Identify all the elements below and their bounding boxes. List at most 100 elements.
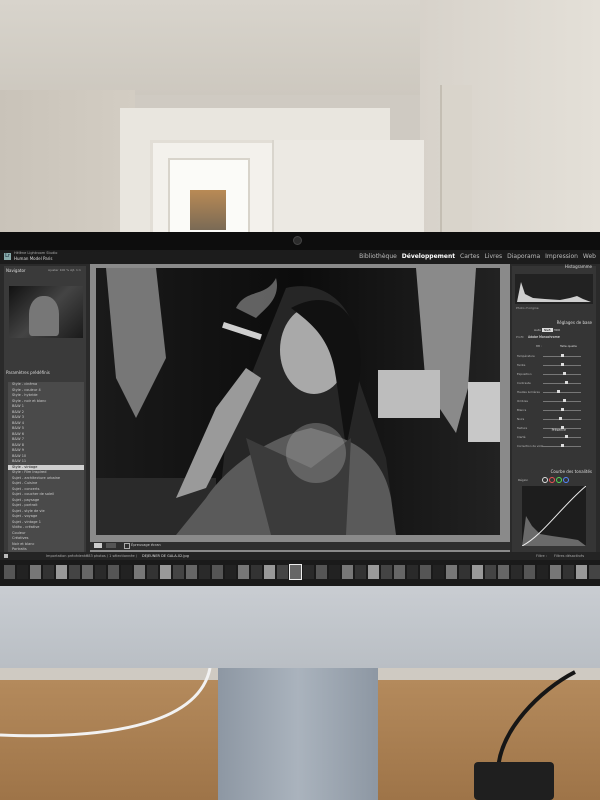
filmstrip-thumbnail[interactable] (537, 565, 548, 579)
module-slideshow[interactable]: Diaporama (507, 253, 540, 260)
treatment-hdr[interactable]: HDR (554, 328, 561, 332)
zoom-fit[interactable]: Ajuster (48, 268, 59, 272)
slider-knob[interactable] (564, 381, 568, 384)
filmstrip-thumbnail[interactable] (459, 565, 470, 579)
curve-green-dot-icon[interactable] (556, 477, 562, 483)
filmstrip-thumbnail[interactable] (355, 565, 366, 579)
slider-track[interactable] (543, 383, 581, 384)
filmstrip-thumbnail[interactable] (589, 565, 600, 579)
module-web[interactable]: Web (583, 253, 596, 260)
filmstrip-thumbnail[interactable] (147, 565, 158, 579)
filmstrip-thumbnail[interactable] (485, 565, 496, 579)
filmstrip-thumbnail[interactable] (134, 565, 145, 579)
slider-knob[interactable] (561, 444, 564, 447)
filmstrip-thumbnail[interactable] (289, 564, 302, 580)
filmstrip-thumbnail[interactable] (4, 565, 15, 579)
filmstrip-thumbnail[interactable] (511, 565, 522, 579)
tone-curve[interactable] (521, 485, 587, 547)
view-mode-icon[interactable] (94, 543, 102, 548)
filmstrip-thumbnail[interactable] (407, 565, 418, 579)
navigator-preview[interactable] (9, 286, 83, 338)
filmstrip-thumbnail[interactable] (303, 565, 314, 579)
filmstrip-thumbnail[interactable] (17, 565, 28, 579)
histogram-title[interactable]: Histogramme (565, 264, 592, 269)
grid-view-icon[interactable] (4, 554, 8, 558)
filmstrip-thumbnail[interactable] (95, 565, 106, 579)
wb-value[interactable]: Telle quelle (560, 344, 577, 348)
slider-knob[interactable] (562, 399, 566, 402)
filmstrip-thumbnail[interactable] (30, 565, 41, 579)
basic-title[interactable]: Réglages de base (557, 320, 592, 325)
slider-knob[interactable] (561, 354, 564, 357)
filter-label: Filtre : (536, 554, 547, 558)
presets-title[interactable]: Paramètres prédéfinis (6, 370, 50, 375)
filmstrip-thumbnail[interactable] (329, 565, 340, 579)
module-picker: Bibliothèque Développement Cartes Livres… (356, 253, 596, 260)
slider-row: Noirs (517, 417, 591, 421)
filmstrip-thumbnail[interactable] (368, 565, 379, 579)
filmstrip-thumbnail[interactable] (56, 565, 67, 579)
filmstrip-thumbnail[interactable] (225, 565, 236, 579)
curve-red-dot-icon[interactable] (549, 477, 555, 483)
filmstrip-thumbnail[interactable] (173, 565, 184, 579)
filmstrip-thumbnail[interactable] (82, 565, 93, 579)
filmstrip-thumbnail[interactable] (43, 565, 54, 579)
filmstrip-thumbnail[interactable] (420, 565, 431, 579)
profile-value[interactable]: Adobe Monochrome (528, 335, 560, 339)
filmstrip-thumbnail[interactable] (277, 565, 288, 579)
module-map[interactable]: Cartes (460, 253, 480, 260)
slider-track[interactable] (543, 437, 581, 438)
filmstrip-thumbnail[interactable] (394, 565, 405, 579)
slider-label: Noirs (517, 417, 525, 421)
slider-label: Texture (517, 426, 528, 430)
filmstrip-thumbnail[interactable] (212, 565, 223, 579)
filmstrip-thumbnail[interactable] (316, 565, 327, 579)
filmstrip-thumbnail[interactable] (69, 565, 80, 579)
main-photo[interactable] (96, 268, 500, 535)
slider-knob[interactable] (561, 363, 564, 366)
filmstrip-thumbnail[interactable] (238, 565, 249, 579)
treatment-auto[interactable]: Auto (534, 328, 541, 332)
module-develop[interactable]: Développement (402, 253, 455, 260)
treatment-bw[interactable]: N&B (541, 328, 553, 332)
before-after-icon[interactable] (106, 543, 116, 548)
filmstrip-thumbnail[interactable] (199, 565, 210, 579)
filmstrip-thumbnail[interactable] (472, 565, 483, 579)
histogram (515, 274, 593, 304)
curve-blue-dot-icon[interactable] (563, 477, 569, 483)
filmstrip-thumbnail[interactable] (498, 565, 509, 579)
filmstrip-thumbnail[interactable] (251, 565, 262, 579)
slider-row: Exposition (517, 372, 591, 376)
navigator-title[interactable]: Navigator (6, 268, 26, 273)
curve-rgb-dot-icon[interactable] (542, 477, 548, 483)
proof-checkbox[interactable] (124, 543, 130, 549)
filmstrip-thumbnail[interactable] (186, 565, 197, 579)
filmstrip-thumbnail[interactable] (381, 565, 392, 579)
filmstrip-thumbnail[interactable] (433, 565, 444, 579)
curve-title[interactable]: Courbe des tonalités (551, 469, 592, 474)
filmstrip-thumbnail[interactable] (160, 565, 171, 579)
filter-value[interactable]: Filtres désactivés (554, 554, 584, 558)
filmstrip-thumbnail[interactable] (563, 565, 574, 579)
filmstrip-thumbnail[interactable] (121, 565, 132, 579)
filmstrip-thumbnail[interactable] (108, 565, 119, 579)
zoom-11[interactable]: Ajt. 1:1 (70, 268, 81, 272)
slider-knob[interactable] (564, 435, 568, 438)
filmstrip-thumbnail[interactable] (342, 565, 353, 579)
filmstrip-thumbnail[interactable] (264, 565, 275, 579)
filmstrip-thumbnail[interactable] (446, 565, 457, 579)
filmstrip-thumbnail[interactable] (524, 565, 535, 579)
module-library[interactable]: Bibliothèque (359, 253, 397, 260)
module-book[interactable]: Livres (484, 253, 502, 260)
filmstrip-thumbnail[interactable] (576, 565, 587, 579)
slider-knob[interactable] (562, 372, 566, 375)
module-print[interactable]: Impression (545, 253, 578, 260)
filmstrip-header: Importation précédente 383 photos / 1 sé… (0, 552, 600, 560)
filmstrip-source[interactable]: Importation précédente (46, 554, 88, 558)
slider-knob[interactable] (557, 390, 561, 393)
zoom-100[interactable]: 100 % (60, 268, 70, 272)
slider-knob[interactable] (559, 417, 563, 420)
slider-knob[interactable] (561, 408, 564, 411)
filmstrip-thumbnail[interactable] (550, 565, 561, 579)
slider-track[interactable] (543, 392, 581, 393)
